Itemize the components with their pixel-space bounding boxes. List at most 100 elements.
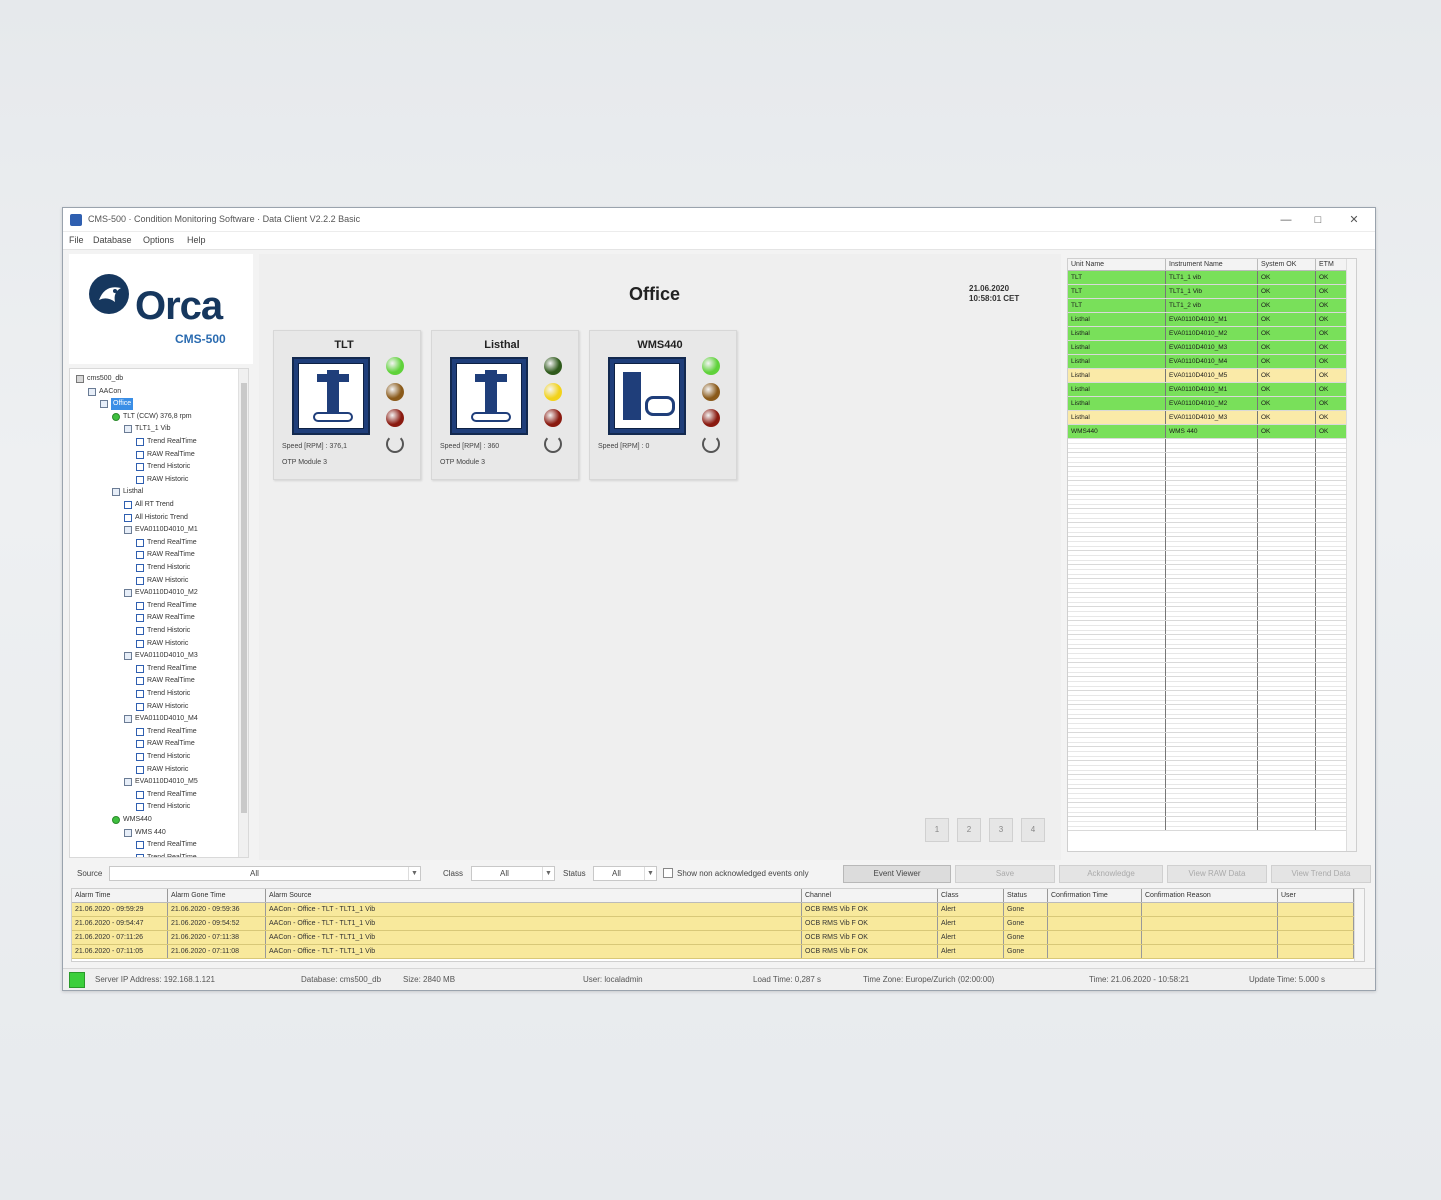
table-row[interactable]: Listhal EVA0110D4010_M2 OK OK — [1068, 397, 1356, 411]
tree-item[interactable]: EVA0110D4010_M2 — [124, 587, 198, 599]
alarm-column-header[interactable]: User — [1278, 889, 1354, 902]
tree-item[interactable]: RAW Historic — [136, 474, 188, 486]
alarm-table-scrollbar[interactable] — [1354, 889, 1364, 961]
tree-item[interactable]: TLT1_1 Vib — [124, 423, 171, 435]
alarm-row[interactable]: 21.06.2020 - 09:59:29 21.06.2020 - 09:59:… — [72, 903, 1364, 917]
status-select[interactable]: All ▼ — [593, 866, 657, 881]
tree-item[interactable]: Trend RealTime — [136, 789, 197, 801]
table-row[interactable]: Listhal EVA0110D4010_M2 OK OK — [1068, 327, 1356, 341]
table-row[interactable]: WMS440 WMS 440 OK OK — [1068, 425, 1356, 439]
table-row[interactable]: Listhal EVA0110D4010_M3 OK OK — [1068, 411, 1356, 425]
table-row[interactable]: Listhal EVA0110D4010_M1 OK OK — [1068, 383, 1356, 397]
tree-item[interactable]: Trend Historic — [136, 461, 190, 473]
tree-item[interactable]: Trend Historic — [136, 751, 190, 763]
alarm-row[interactable]: 21.06.2020 - 09:54:47 21.06.2020 - 09:54:… — [72, 917, 1364, 931]
tree-item[interactable]: WMS440 — [112, 814, 152, 826]
alarm-row[interactable]: 21.06.2020 - 07:11:26 21.06.2020 - 07:11:… — [72, 931, 1364, 945]
tree-item[interactable]: EVA0110D4010_M5 — [124, 776, 198, 788]
non-acknowledged-checkbox[interactable] — [663, 868, 673, 878]
alarm-column-header[interactable]: Confirmation Reason — [1142, 889, 1278, 902]
maximize-button[interactable]: □ — [1303, 211, 1333, 229]
tree-item[interactable]: RAW RealTime — [136, 549, 195, 561]
tree-item[interactable]: WMS 440 — [124, 827, 166, 839]
view-trend-data-button[interactable]: View Trend Data — [1271, 865, 1371, 883]
tree-item[interactable]: RAW RealTime — [136, 675, 195, 687]
machine-tile[interactable]: TLT Speed [RPM] : 376,1 OTP Module 3 — [273, 330, 421, 480]
menu-help[interactable]: Help — [187, 235, 206, 245]
menu-options[interactable]: Options — [143, 235, 174, 245]
tree-item[interactable]: Trend Historic — [136, 625, 190, 637]
machine-tile[interactable]: Listhal Speed [RPM] : 360 OTP Module 3 — [431, 330, 579, 480]
alarm-column-header[interactable]: Alarm Source — [266, 889, 802, 902]
tree-item[interactable]: Trend Historic — [136, 688, 190, 700]
column-header[interactable]: Instrument Name — [1166, 259, 1258, 270]
column-header[interactable]: Unit Name — [1068, 259, 1166, 270]
refresh-icon[interactable] — [386, 435, 404, 453]
tree-item[interactable]: Office — [100, 398, 134, 411]
tree-item[interactable]: RAW Historic — [136, 701, 188, 713]
acknowledge-button[interactable]: Acknowledge — [1059, 865, 1163, 883]
minimize-button[interactable]: — — [1271, 211, 1301, 229]
alarm-column-header[interactable]: Class — [938, 889, 1004, 902]
tree-item[interactable]: RAW RealTime — [136, 449, 195, 461]
menu-file[interactable]: File — [69, 235, 84, 245]
tree-item[interactable]: Trend RealTime — [136, 852, 197, 857]
tree-item[interactable]: cms500_db — [76, 373, 123, 385]
tree-item[interactable]: All Historic Trend — [124, 512, 188, 524]
column-header[interactable]: ETM — [1316, 259, 1348, 270]
tree-item[interactable]: Trend RealTime — [136, 436, 197, 448]
machine-tile[interactable]: WMS440 Speed [RPM] : 0 — [589, 330, 737, 480]
view-raw-data-button[interactable]: View RAW Data — [1167, 865, 1267, 883]
table-row[interactable]: TLT TLT1_1 Vib OK OK — [1068, 285, 1356, 299]
folder-icon — [88, 387, 96, 396]
tree-scrollbar[interactable] — [238, 369, 248, 857]
tree-item[interactable]: Trend Historic — [136, 562, 190, 574]
page-button-3[interactable]: 3 — [989, 818, 1013, 842]
tree-item[interactable]: EVA0110D4010_M4 — [124, 713, 198, 725]
class-select[interactable]: All ▼ — [471, 866, 555, 881]
alarm-column-header[interactable]: Channel — [802, 889, 938, 902]
alarm-column-header[interactable]: Confirmation Time — [1048, 889, 1142, 902]
tree-item[interactable]: Trend RealTime — [136, 726, 197, 738]
save-button[interactable]: Save — [955, 865, 1055, 883]
unit-status-scrollbar[interactable] — [1346, 259, 1356, 851]
table-row[interactable]: TLT TLT1_1 vib OK OK — [1068, 271, 1356, 285]
source-select[interactable]: All ▼ — [109, 866, 421, 881]
navigation-tree[interactable]: cms500_db AACon Office TLT (CCW) 376,8 rpm T… — [69, 368, 249, 858]
alarm-column-header[interactable]: Status — [1004, 889, 1048, 902]
event-viewer-button[interactable]: Event Viewer — [843, 865, 951, 883]
tree-item[interactable]: RAW RealTime — [136, 738, 195, 750]
refresh-icon[interactable] — [544, 435, 562, 453]
menu-database[interactable]: Database — [93, 235, 132, 245]
tree-item[interactable]: AACon — [88, 386, 121, 398]
alarm-column-header[interactable]: Alarm Time — [72, 889, 168, 902]
tree-item[interactable]: Listhal — [112, 486, 143, 498]
tree-item[interactable]: TLT (CCW) 376,8 rpm — [112, 411, 192, 423]
column-header[interactable]: System OK — [1258, 259, 1316, 270]
tree-item[interactable]: EVA0110D4010_M1 — [124, 524, 198, 536]
table-row[interactable]: TLT TLT1_2 vib OK OK — [1068, 299, 1356, 313]
table-row[interactable]: Listhal EVA0110D4010_M5 OK OK — [1068, 369, 1356, 383]
alarm-row[interactable]: 21.06.2020 - 07:11:05 21.06.2020 - 07:11:… — [72, 945, 1364, 959]
alarm-column-header[interactable]: Alarm Gone Time — [168, 889, 266, 902]
tree-item[interactable]: Trend RealTime — [136, 663, 197, 675]
table-row[interactable]: Listhal EVA0110D4010_M1 OK OK — [1068, 313, 1356, 327]
page-button-1[interactable]: 1 — [925, 818, 949, 842]
alarm-cell: Alert — [938, 931, 1004, 944]
tree-item[interactable]: RAW Historic — [136, 575, 188, 587]
table-row[interactable]: Listhal EVA0110D4010_M3 OK OK — [1068, 341, 1356, 355]
page-button-2[interactable]: 2 — [957, 818, 981, 842]
tree-item[interactable]: Trend RealTime — [136, 839, 197, 851]
tree-item[interactable]: Trend RealTime — [136, 537, 197, 549]
page-button-4[interactable]: 4 — [1021, 818, 1045, 842]
tree-item[interactable]: All RT Trend — [124, 499, 174, 511]
close-button[interactable]: ✕ — [1339, 211, 1369, 229]
tree-item[interactable]: RAW Historic — [136, 764, 188, 776]
refresh-icon[interactable] — [702, 435, 720, 453]
table-row[interactable]: Listhal EVA0110D4010_M4 OK OK — [1068, 355, 1356, 369]
tree-item[interactable]: RAW RealTime — [136, 612, 195, 624]
tree-item[interactable]: RAW Historic — [136, 638, 188, 650]
tree-item[interactable]: Trend RealTime — [136, 600, 197, 612]
tree-item[interactable]: Trend Historic — [136, 801, 190, 813]
tree-item[interactable]: EVA0110D4010_M3 — [124, 650, 198, 662]
